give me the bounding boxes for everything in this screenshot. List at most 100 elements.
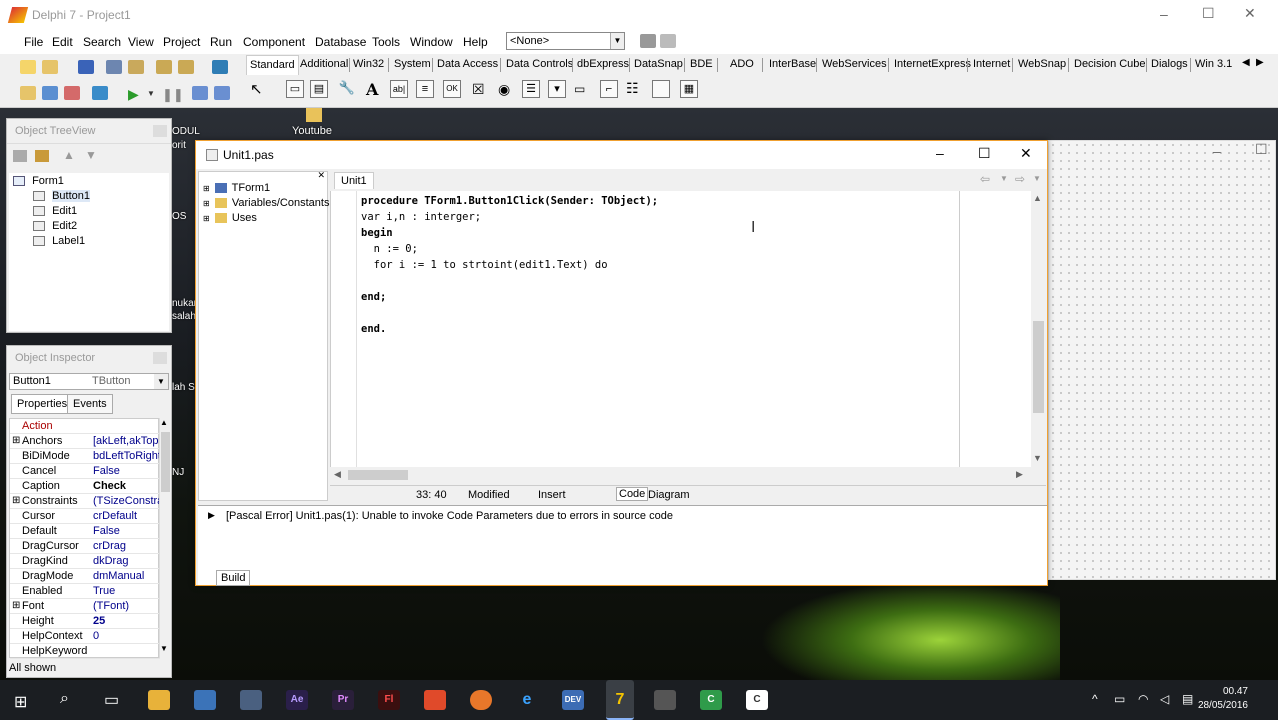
component-icon[interactable] [212, 60, 228, 74]
maximize-icon[interactable]: ☐ [1202, 5, 1215, 22]
radiogroup-component-icon[interactable]: ☷ [626, 80, 639, 97]
property-value[interactable]: crDefault [93, 510, 160, 522]
palette-tab-win32[interactable]: Win32 [353, 58, 384, 70]
volume-icon[interactable]: ◁ [1160, 692, 1169, 706]
property-row[interactable]: BiDiMode bdLeftToRight [10, 449, 160, 464]
store-icon[interactable] [194, 690, 216, 710]
palette-tab-websnap[interactable]: WebSnap [1018, 58, 1066, 70]
component-list-icon[interactable] [640, 34, 656, 48]
close-icon[interactable]: ✕ [317, 170, 325, 181]
tree-item-button1[interactable]: Button1 [33, 190, 90, 205]
code-line[interactable]: n := 0; [361, 243, 418, 255]
palette-tab-system[interactable]: System [394, 58, 431, 70]
property-row[interactable]: Caption Check [10, 479, 160, 494]
dev-icon[interactable]: DEV [562, 690, 584, 710]
property-value[interactable]: crDrag [93, 540, 160, 552]
tree-item-label1[interactable]: Label1 [33, 235, 85, 250]
property-value[interactable]: 25 [93, 615, 160, 627]
close-icon[interactable] [153, 125, 167, 137]
property-row[interactable]: Cancel False [10, 464, 160, 479]
add-file-icon[interactable] [156, 60, 172, 74]
menu-search[interactable]: Search [83, 35, 121, 49]
chrome-icon[interactable] [424, 690, 446, 710]
tool-icon[interactable] [654, 690, 676, 710]
palette-tab-win31[interactable]: Win 3.1 [1195, 58, 1232, 70]
minimize-icon[interactable]: – [1213, 143, 1221, 159]
expand-icon[interactable]: ⊞ [12, 600, 20, 611]
form-designer-window[interactable]: – ☐ [1048, 140, 1276, 580]
tab-events[interactable]: Events [67, 394, 113, 414]
network-icon[interactable]: ◠ [1138, 692, 1148, 706]
desktop-icon-peek[interactable]: ODUL [172, 126, 200, 137]
view-unit-icon[interactable] [20, 86, 36, 100]
menu-file[interactable]: File [24, 35, 43, 49]
menu-run[interactable]: Run [210, 35, 232, 49]
palette-tab-additional[interactable]: Additional [300, 58, 348, 70]
run-icon[interactable]: ▶ [128, 86, 139, 103]
edit-component-icon[interactable]: ab| [390, 80, 408, 98]
task-view-icon[interactable]: ▭ [104, 690, 119, 710]
inspector-scrollbar[interactable]: ▲ ▼ [159, 418, 171, 658]
code-line[interactable]: begin [361, 227, 393, 239]
step-over-icon[interactable] [214, 86, 230, 100]
arrow-down-icon[interactable]: ▼ [85, 148, 97, 162]
scrollbar-component-icon[interactable]: ▭ [574, 82, 585, 96]
explorer-item-variables[interactable]: ⊞ Variables/Constants [203, 197, 329, 209]
error-message[interactable]: [Pascal Error] Unit1.pas(1): Unable to i… [226, 510, 673, 522]
chevron-down-icon[interactable]: ▼ [1000, 174, 1008, 183]
property-row[interactable]: Default False [10, 524, 160, 539]
save-all-icon[interactable] [106, 60, 122, 74]
tree-item-edit1[interactable]: Edit1 [33, 205, 77, 220]
pause-icon[interactable]: ❚❚ [162, 87, 184, 103]
property-row[interactable]: DragKind dkDrag [10, 554, 160, 569]
palette-tab-data-access[interactable]: Data Access [437, 58, 498, 70]
palette-tab-decision-cube[interactable]: Decision Cube [1074, 58, 1146, 70]
after-effects-icon[interactable]: Ae [286, 690, 308, 710]
close-icon[interactable]: ✕ [1244, 5, 1256, 22]
chevron-down-icon[interactable]: ▼ [1033, 174, 1041, 183]
explorer-item-uses[interactable]: ⊞ Uses [203, 212, 257, 224]
scroll-thumb[interactable] [1033, 321, 1044, 413]
property-row[interactable]: DragCursor crDrag [10, 539, 160, 554]
property-value[interactable]: False [93, 525, 160, 537]
edge-icon[interactable]: e [516, 690, 538, 710]
combobox-component-icon[interactable]: ▾ [548, 80, 566, 98]
toggle-form-unit-icon[interactable] [64, 86, 80, 100]
checkbox-component-icon[interactable]: ☒ [472, 81, 485, 98]
scroll-thumb[interactable] [161, 432, 170, 492]
chevron-up-icon[interactable]: ▲ [1033, 193, 1042, 203]
property-value[interactable]: Check [93, 480, 160, 492]
main-menu-component-icon[interactable]: ▭ [286, 80, 304, 98]
pointer-tool-icon[interactable]: ↖ [250, 80, 263, 98]
panel-component-icon[interactable] [652, 80, 670, 98]
expand-icon[interactable]: ⊞ [203, 199, 210, 208]
chevron-down-icon[interactable]: ▼ [154, 374, 168, 389]
scroll-thumb[interactable] [348, 470, 408, 480]
expand-icon[interactable]: ⊞ [203, 214, 210, 223]
tab-code[interactable]: Code [616, 487, 649, 501]
trace-into-icon[interactable] [192, 86, 208, 100]
property-row[interactable]: Enabled True [10, 584, 160, 599]
property-value[interactable]: [akLeft,akTop [93, 435, 160, 447]
expand-icon[interactable]: ⊞ [12, 435, 20, 446]
folder-icon[interactable] [306, 108, 322, 122]
app-icon[interactable] [240, 690, 262, 710]
file-explorer-icon[interactable] [148, 690, 170, 710]
property-value[interactable]: (TSizeConstra [93, 495, 160, 507]
new-item-icon[interactable] [35, 150, 49, 162]
desktop-icon-peek[interactable]: NJ [172, 467, 184, 478]
palette-tab-bde[interactable]: BDE [690, 58, 713, 70]
palette-tab-datasnap[interactable]: DataSnap [634, 58, 683, 70]
menu-database[interactable]: Database [315, 35, 366, 49]
desktop-icon-peek[interactable]: salah [172, 311, 196, 322]
property-value[interactable]: dkDrag [93, 555, 160, 567]
help-icon[interactable] [660, 34, 676, 48]
chevron-right-icon[interactable]: ▶ [208, 510, 215, 521]
tab-build[interactable]: Build [216, 570, 251, 586]
notifications-icon[interactable]: ▤ [1182, 692, 1193, 706]
palette-tab-interbase[interactable]: InterBase [769, 58, 816, 70]
flash-icon[interactable]: Fl [378, 690, 400, 710]
premiere-icon[interactable]: Pr [332, 690, 354, 710]
windows-start-icon[interactable]: ⊞ [14, 692, 27, 712]
palette-tab-ado[interactable]: ADO [730, 58, 754, 70]
